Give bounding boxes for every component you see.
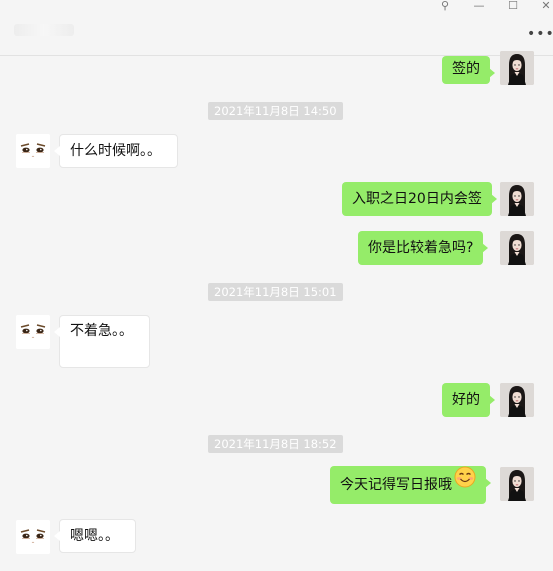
my-avatar[interactable] — [500, 383, 534, 417]
title-bar: ⚲ — ☐ ✕ ••• — [0, 0, 553, 56]
chat-message-list[interactable]: 签的 2021年11月8日 14:50 什么时候啊。。 入职之日20日内会签 你… — [0, 51, 553, 571]
my-avatar[interactable] — [500, 231, 534, 265]
message-bubble-sent[interactable]: 签的 — [442, 56, 495, 84]
smiling-face-emoji-icon — [454, 465, 476, 503]
message-bubble-received[interactable]: 嗯嗯。。 — [54, 519, 136, 553]
more-options-icon[interactable]: ••• — [527, 27, 553, 42]
pin-icon[interactable]: ⚲ — [434, 0, 456, 14]
close-icon[interactable]: ✕ — [535, 0, 553, 14]
contact-avatar[interactable] — [16, 315, 50, 349]
timestamp: 2021年11月8日 15:01 — [208, 283, 343, 301]
chat-title-blurred — [14, 24, 74, 36]
my-avatar[interactable] — [500, 467, 534, 501]
message-bubble-sent[interactable]: 好的 — [442, 383, 495, 417]
message-bubble-sent[interactable]: 你是比较着急吗? — [358, 231, 489, 265]
contact-avatar[interactable] — [16, 134, 50, 168]
minimize-icon[interactable]: — — [468, 0, 490, 14]
message-bubble-received[interactable]: 什么时候啊。。 — [54, 134, 178, 168]
message-text: 今天记得写日报哦 — [340, 477, 452, 493]
timestamp: 2021年11月8日 18:52 — [208, 435, 343, 453]
message-bubble-sent[interactable]: 入职之日20日内会签 — [342, 182, 497, 216]
timestamp: 2021年11月8日 14:50 — [208, 102, 343, 120]
my-avatar[interactable] — [500, 51, 534, 85]
my-avatar[interactable] — [500, 182, 534, 216]
maximize-icon[interactable]: ☐ — [502, 0, 524, 14]
message-bubble-received[interactable]: 不着急。。 — [54, 315, 150, 368]
message-bubble-sent[interactable]: 今天记得写日报哦 — [330, 465, 491, 504]
contact-avatar[interactable] — [16, 520, 50, 554]
